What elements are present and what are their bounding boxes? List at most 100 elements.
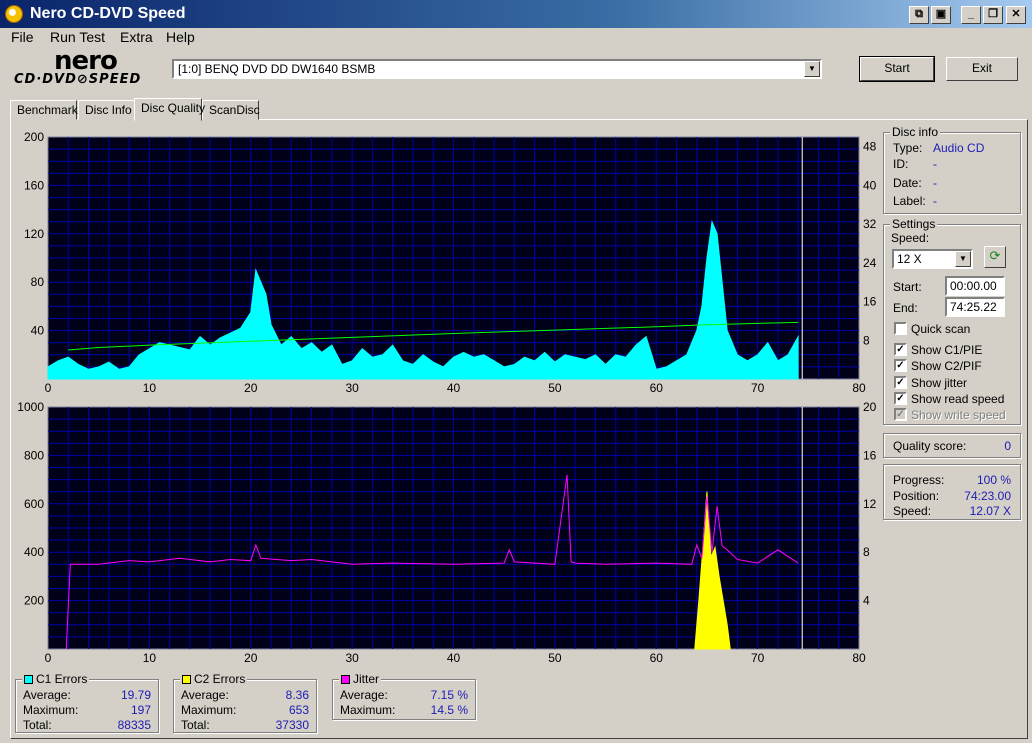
c2-y2-tick: 16 (863, 448, 877, 462)
show-write-speed-label: Show write speed (911, 408, 1006, 422)
c1-errors-title-text: C1 Errors (36, 672, 88, 686)
title-bar: Nero CD-DVD Speed ⧉ ▣ _ ❐ ✕ (0, 0, 1032, 28)
c1-y2-tick: 48 (863, 140, 877, 154)
jitter-maximum-label: Maximum: (340, 703, 396, 717)
tab-scandisc[interactable]: ScanDisc (202, 100, 260, 120)
settings-group: Settings Speed: 12 X ▼ ⟳ Start: 00:00.00… (883, 217, 1021, 425)
start-button[interactable]: Start (859, 56, 935, 82)
c1-y-tick: 200 (24, 130, 44, 144)
chevron-down-icon[interactable]: ▼ (804, 61, 820, 77)
end-time-label: End: (893, 301, 918, 315)
c2-x-tick: 20 (244, 651, 258, 665)
c1-x-tick: 30 (345, 381, 359, 395)
c2-y2-tick: 8 (863, 545, 870, 559)
jitter-title-text: Jitter (353, 672, 380, 686)
c1-x-tick: 60 (650, 381, 664, 395)
nero-logo: nero CD·DVD⊘SPEED (14, 46, 164, 90)
c2-y-tick: 800 (24, 448, 44, 462)
c2-jitter-chart: 0 10 20 30 40 50 60 70 80 200 400 600 800 1000 4 8 12 16 2… (17, 400, 876, 665)
settings-title: Settings (890, 217, 938, 231)
disc-info-title: Disc info (890, 125, 941, 139)
end-time-input[interactable]: 74:25.22 (945, 297, 1005, 317)
c2-x-tick: 0 (45, 651, 52, 665)
c1-y2-tick: 32 (863, 217, 877, 231)
show-jitter-checkbox[interactable]: ✓ (894, 376, 907, 389)
tab-disc-quality[interactable]: Disc Quality (134, 98, 205, 121)
minimize-button[interactable]: _ (961, 6, 981, 24)
show-c2-checkbox[interactable]: ✓ (894, 359, 907, 372)
c2-x-tick: 80 (852, 651, 866, 665)
speed-label: Speed: (891, 231, 930, 245)
jitter-average-label: Average: (340, 688, 388, 702)
show-c1-checkbox[interactable]: ✓ (894, 343, 907, 356)
c2-errors-title-text: C2 Errors (194, 672, 246, 686)
c1-average-label: Average: (23, 688, 71, 702)
show-jitter-label: Show jitter (911, 376, 968, 390)
c1-errors-group: C1 Errors Average: 19.79 Maximum: 197 To… (15, 672, 159, 733)
copy-icon[interactable]: ⧉ (909, 6, 929, 24)
c1-chart: 0 10 20 30 40 50 60 70 80 40 80 120 160 200 8 16 24 32 40 4… (24, 130, 877, 395)
progress-box: Progress: 100 % Position: 74:23.00 Speed… (883, 464, 1021, 520)
show-c2-label: Show C2/PIF (911, 359, 982, 373)
disc-date-value: - (933, 176, 937, 190)
jitter-average-value: 7.15 % (430, 688, 468, 702)
quick-scan-label: Quick scan (911, 322, 971, 336)
c1-x-tick: 20 (244, 381, 258, 395)
menu-file[interactable]: File (11, 29, 34, 45)
c1-x-tick: 70 (751, 381, 765, 395)
show-c1-label: Show C1/PIE (911, 343, 983, 357)
start-time-input[interactable]: 00:00.00 (945, 276, 1005, 296)
jitter-swatch (341, 675, 350, 684)
drive-select[interactable]: [1:0] BENQ DVD DD DW1640 BSMB ▼ (172, 59, 822, 79)
disc-type-label: Type: (893, 141, 923, 155)
show-read-speed-label: Show read speed (911, 392, 1005, 406)
disc-id-label: ID: (893, 157, 909, 171)
disc-type-value: Audio CD (933, 141, 985, 155)
c2-x-tick: 60 (650, 651, 664, 665)
c1-x-tick: 0 (45, 381, 52, 395)
c1-y2-tick: 40 (863, 178, 877, 192)
window-title: Nero CD-DVD Speed (30, 5, 186, 22)
c1-total-label: Total: (23, 718, 52, 732)
save-icon[interactable]: ▣ (931, 6, 951, 24)
quality-score-box: Quality score: 0 (883, 433, 1021, 458)
chevron-down-icon[interactable]: ▼ (955, 251, 971, 267)
exit-button[interactable]: Exit (946, 57, 1018, 81)
maximize-button[interactable]: ❐ (983, 6, 1003, 24)
menu-help[interactable]: Help (166, 29, 195, 45)
show-read-speed-checkbox[interactable]: ✓ (894, 392, 907, 405)
c1-y2-tick: 24 (863, 256, 877, 270)
logo-product: CD·DVD⊘SPEED (14, 72, 142, 87)
start-time-label: Start: (893, 280, 922, 294)
speed-select[interactable]: 12 X ▼ (892, 249, 973, 269)
c2-y2-tick: 4 (863, 594, 870, 608)
c2-total-label: Total: (181, 718, 210, 732)
position-value: 74:23.00 (964, 489, 1011, 503)
cd-icon (5, 5, 23, 23)
speed-select-value: 12 X (897, 252, 922, 266)
c2-y2-tick: 12 (863, 497, 877, 511)
progress-label: Progress: (893, 473, 945, 487)
c1-x-tick: 40 (447, 381, 461, 395)
refresh-icon[interactable]: ⟳ (984, 246, 1006, 268)
quick-scan-checkbox[interactable] (894, 322, 907, 335)
c1-x-tick: 10 (143, 381, 157, 395)
c1-errors-title: C1 Errors (22, 672, 90, 686)
c1-swatch (24, 675, 33, 684)
tab-disc-info[interactable]: Disc Info (78, 100, 141, 120)
c2-average-label: Average: (181, 688, 229, 702)
c2-x-tick: 50 (548, 651, 562, 665)
disc-quality-charts: 0 10 20 30 40 50 60 70 8040801201602008162432404… (17, 130, 877, 665)
c1-y-tick: 80 (31, 275, 45, 289)
jitter-maximum-value: 14.5 % (430, 703, 468, 717)
tab-benchmark[interactable]: Benchmark (10, 100, 78, 120)
close-button[interactable]: ✕ (1006, 6, 1026, 24)
c2-x-tick: 40 (447, 651, 461, 665)
drive-select-value: [1:0] BENQ DVD DD DW1640 BSMB (178, 62, 376, 76)
menu-extra[interactable]: Extra (120, 29, 153, 45)
c2-x-tick: 70 (751, 651, 765, 665)
menu-run-test[interactable]: Run Test (50, 29, 105, 45)
current-speed-label: Speed: (893, 504, 932, 518)
c1-maximum-label: Maximum: (23, 703, 79, 717)
c1-x-tick: 80 (852, 381, 866, 395)
